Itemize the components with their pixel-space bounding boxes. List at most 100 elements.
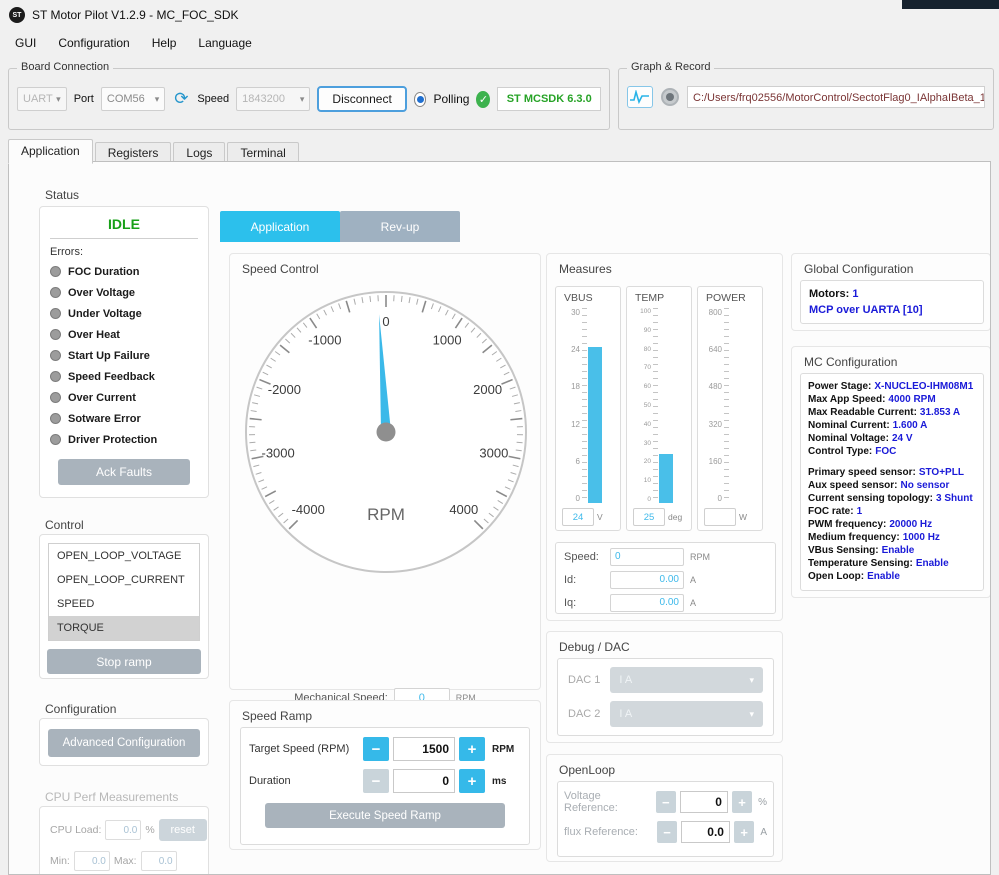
iq-measure-value: 0.00: [610, 594, 684, 612]
record-button[interactable]: [661, 88, 679, 106]
duration-plus-button[interactable]: +: [459, 769, 485, 793]
speed-control-section: Speed Control -4000-3000-2000-1000010002…: [229, 253, 541, 690]
firmware-version: ST MCSDK 6.3.0: [497, 87, 601, 111]
error-led-icon: [50, 350, 61, 361]
measures-stats-frame: Speed: 0 RPM Id: 0.00 A Iq: 0.00 A: [555, 542, 776, 614]
svg-text:1000: 1000: [433, 333, 462, 348]
flux-reference-unit: A: [760, 827, 767, 838]
error-item: Over Voltage: [40, 282, 208, 303]
speed-ramp-section: Speed Ramp Target Speed (RPM) − 1500 + R…: [229, 700, 541, 850]
open-graph-button[interactable]: [627, 86, 653, 108]
control-section-title: Control: [45, 518, 84, 532]
global-config-frame: Motors: 1 MCP over UARTA [10]: [800, 280, 984, 324]
speed-measure-value: 0: [610, 548, 684, 566]
error-led-icon: [50, 413, 61, 424]
configuration-card: Advanced Configuration: [39, 718, 209, 766]
disconnect-button[interactable]: Disconnect: [317, 86, 406, 112]
vgauge-title: POWER: [706, 292, 758, 304]
flux-reference-label: flux Reference:: [564, 826, 653, 838]
dac2-select[interactable]: I A▾: [610, 701, 763, 727]
cpu-perf-card: CPU Load: 0.0 % reset Min: 0.0 Max: 0.0: [39, 806, 209, 875]
vgauge-unit: W: [739, 512, 747, 522]
menu-configuration[interactable]: Configuration: [47, 32, 140, 54]
cpu-max-value: 0.0: [141, 851, 177, 871]
mc-row: Aux speed sensor:No sensor: [808, 479, 976, 492]
mc-row: Primary speed sensor:STO+PLL: [808, 466, 976, 479]
flux-reference-input[interactable]: 0.0: [681, 821, 730, 843]
duration-minus-button[interactable]: −: [363, 769, 389, 793]
advanced-configuration-button[interactable]: Advanced Configuration: [48, 729, 200, 757]
measures-section: Measures VBUS 3024181260 24 V TEMP 10090…: [546, 253, 783, 621]
target-speed-minus-button[interactable]: −: [363, 737, 389, 761]
voltage-plus-button[interactable]: +: [732, 791, 752, 813]
mc-row: Open Loop:Enable: [808, 570, 976, 583]
error-item: Over Heat: [40, 324, 208, 345]
mcp-link-info: MCP over UARTA [10]: [809, 302, 975, 318]
inner-tab-application[interactable]: Application: [220, 211, 340, 242]
polling-radio[interactable]: [414, 92, 427, 107]
target-speed-plus-button[interactable]: +: [459, 737, 485, 761]
duration-input[interactable]: 0: [393, 769, 455, 793]
title-bar: ST ST Motor Pilot V1.2.9 - MC_FOC_SDK: [0, 0, 999, 30]
stop-ramp-button[interactable]: Stop ramp: [47, 649, 201, 674]
dac1-select[interactable]: I A▾: [610, 667, 763, 693]
uart-select[interactable]: UART▾: [17, 87, 67, 111]
tab-application[interactable]: Application: [8, 139, 93, 164]
vgauge-value: [704, 508, 736, 526]
list-item-open-loop-current[interactable]: OPEN_LOOP_CURRENT: [49, 568, 199, 592]
ack-faults-button[interactable]: Ack Faults: [58, 459, 190, 485]
vgauge-labels: 3024181260: [560, 308, 582, 503]
svg-text:RPM: RPM: [367, 505, 405, 524]
cpu-reset-button[interactable]: reset: [159, 819, 207, 841]
debug-dac-title: Debug / DAC: [559, 640, 630, 654]
voltage-reference-input[interactable]: 0: [680, 791, 728, 813]
vgauge-title: VBUS: [564, 292, 616, 304]
list-item-speed[interactable]: SPEED: [49, 592, 199, 616]
polling-label: Polling: [433, 92, 469, 106]
flux-minus-button[interactable]: −: [657, 821, 677, 843]
mc-row: Control Type:FOC: [808, 445, 976, 458]
list-item-torque[interactable]: TORQUE: [49, 616, 199, 640]
mc-row: PWM frequency:20000 Hz: [808, 518, 976, 531]
menu-gui[interactable]: GUI: [4, 32, 47, 54]
mc-row: Current sensing topology:3 Shunt: [808, 492, 976, 505]
target-speed-unit: RPM: [492, 744, 514, 755]
svg-text:-3000: -3000: [261, 445, 294, 460]
iq-measure-unit: A: [690, 598, 696, 608]
graph-record-title: Graph & Record: [627, 61, 714, 73]
error-item: Speed Feedback: [40, 366, 208, 387]
voltage-minus-button[interactable]: −: [656, 791, 676, 813]
error-item: Driver Protection: [40, 429, 208, 450]
cpu-load-value: 0.0: [105, 820, 141, 840]
window-title: ST Motor Pilot V1.2.9 - MC_FOC_SDK: [32, 0, 239, 30]
record-icon: [666, 93, 674, 101]
debug-dac-frame: DAC 1 I A▾ DAC 2 I A▾: [557, 658, 774, 736]
speed-control-title: Speed Control: [242, 262, 319, 276]
port-select[interactable]: COM56▾: [101, 87, 165, 111]
vgauge-value: 24: [562, 508, 594, 526]
svg-text:2000: 2000: [473, 382, 502, 397]
voltage-reference-unit: %: [758, 797, 767, 808]
cpu-min-label: Min:: [50, 855, 70, 867]
flux-plus-button[interactable]: +: [734, 821, 754, 843]
chevron-down-icon: ▾: [749, 675, 754, 686]
id-measure-unit: A: [690, 575, 696, 585]
refresh-ports-button[interactable]: ⟳: [172, 88, 190, 110]
inner-tab-revup[interactable]: Rev-up: [340, 211, 460, 242]
vgauge-fill: [659, 454, 673, 503]
error-led-icon: [50, 371, 61, 382]
vgauge-title: TEMP: [635, 292, 687, 304]
menu-language[interactable]: Language: [187, 32, 262, 54]
refresh-icon: ⟳: [174, 89, 188, 108]
mc-config-title: MC Configuration: [804, 355, 897, 369]
list-item-open-loop-voltage[interactable]: OPEN_LOOP_VOLTAGE: [49, 544, 199, 568]
error-led-icon: [50, 308, 61, 319]
record-path-field[interactable]: C:/Users/frq02556/MotorControl/SectotFla…: [687, 86, 985, 108]
vgauge-ruler: [724, 308, 729, 503]
target-speed-input[interactable]: 1500: [393, 737, 455, 761]
baudrate-select[interactable]: 1843200▾: [236, 87, 310, 111]
motors-label: Motors:: [809, 288, 849, 300]
menu-help[interactable]: Help: [141, 32, 188, 54]
vbus-gauge: VBUS 3024181260 24 V: [555, 286, 621, 531]
execute-speed-ramp-button[interactable]: Execute Speed Ramp: [265, 803, 505, 828]
